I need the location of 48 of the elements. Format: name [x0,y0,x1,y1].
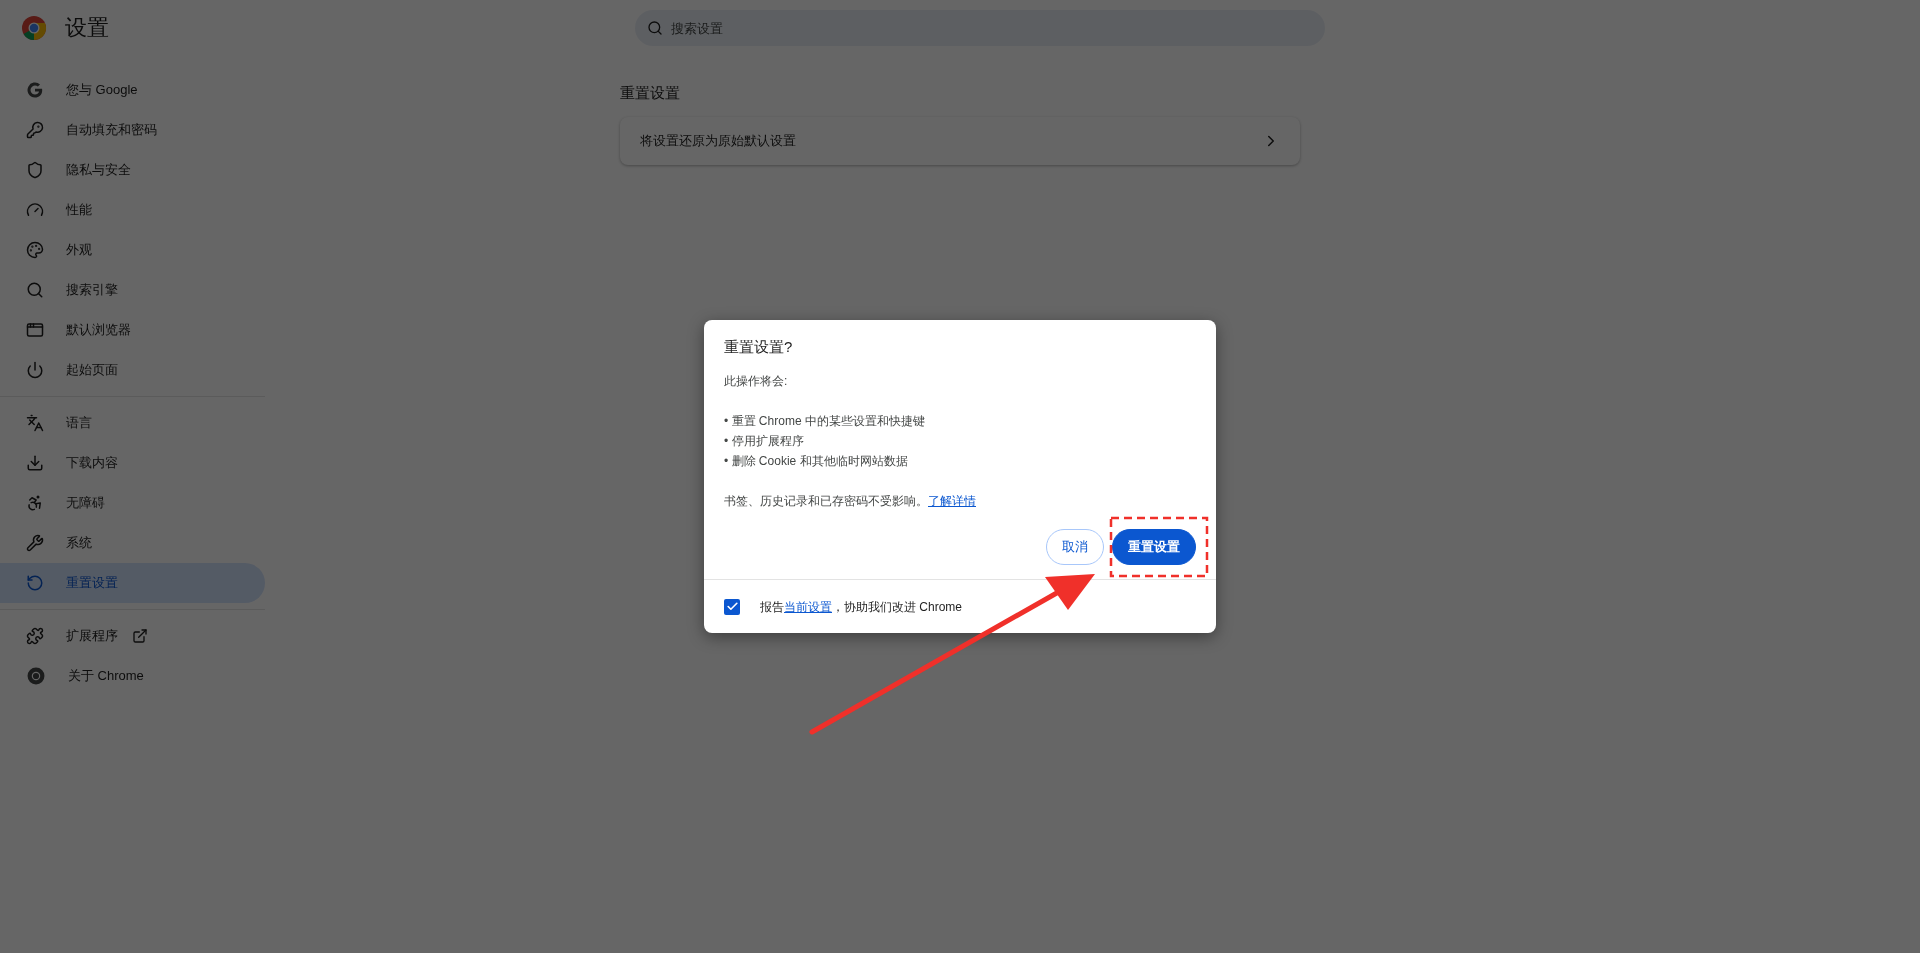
dialog-note: 书签、历史记录和已存密码不受影响。了解详情 [724,493,977,510]
palette-icon [26,241,44,259]
reset-icon [26,574,44,592]
reset-button[interactable]: 重置设置 [1112,529,1196,565]
power-icon [26,361,44,379]
sidebar-item[interactable]: 自动填充和密码 [0,110,265,150]
sidebar-item[interactable]: 起始页面 [0,350,265,390]
bullet-item: • 停用扩展程序 [724,433,805,450]
sidebar-item[interactable]: 语言 [0,403,265,443]
section-title: 重置设置 [620,84,681,103]
puzzle-icon [26,627,44,645]
reset-settings-row[interactable]: 将设置还原为原始默认设置 [620,117,1300,165]
sidebar-item[interactable]: 性能 [0,190,265,230]
search-icon [647,20,663,36]
wrench-icon [26,534,44,552]
sidebar-item[interactable]: 搜索引擎 [0,270,265,310]
gauge-icon [26,201,44,219]
download-icon [26,454,44,472]
sidebar-item[interactable]: 隐私与安全 [0,150,265,190]
dialog-intro: 此操作将会: [724,373,789,390]
chrome-logo-icon [21,15,47,41]
sidebar-item[interactable]: 无障碍 [0,483,265,523]
sidebar-item[interactable]: 下载内容 [0,443,265,483]
page-title: 设置 [65,14,109,42]
search-icon [26,281,44,299]
report-label: 报告当前设置，协助我们改进 Chrome [760,598,962,616]
translate-icon [26,414,44,432]
key-icon [26,121,44,139]
accessibility-icon [26,494,44,512]
cancel-button[interactable]: 取消 [1046,529,1104,565]
search-field[interactable]: 搜索设置 [635,10,1325,46]
sidebar-item[interactable]: 外观 [0,230,265,270]
current-settings-link[interactable]: 当前设置 [784,599,832,614]
google-icon [26,81,44,99]
dialog-title: 重置设置? [724,338,794,357]
sidebar-item[interactable]: 系统 [0,523,265,563]
shield-icon [26,161,44,179]
bullet-item: • 删除 Cookie 和其他临时网站数据 [724,453,909,470]
chrome-icon [26,666,46,686]
sidebar-item[interactable]: 重置设置 [0,563,265,603]
report-checkbox[interactable] [724,598,740,615]
learn-more-link[interactable]: 了解详情 [928,494,976,508]
sidebar-item[interactable]: 关于 Chrome [0,656,265,696]
sidebar-item[interactable]: 您与 Google [0,70,265,110]
sidebar-item[interactable]: 扩展程序 [0,616,265,656]
sidebar-item[interactable]: 默认浏览器 [0,310,265,350]
bullet-item: • 重置 Chrome 中的某些设置和快捷键 [724,413,926,430]
browser-window-icon [26,321,44,339]
